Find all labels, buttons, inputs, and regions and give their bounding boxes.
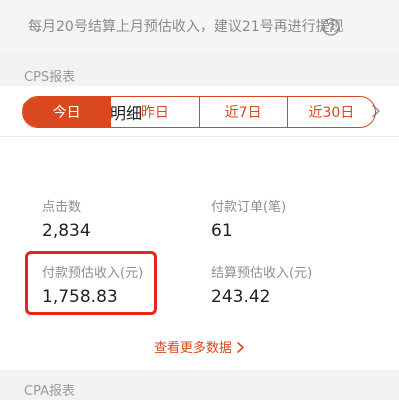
settled-estimated-income-value: 243.42 [211,287,271,307]
paid-estimated-income-label: 付款预估收入(元) [42,266,144,281]
date-range-tabs: 今日 昨日 近7日 近30日 [22,96,376,128]
notice-text: 每月20号结算上月预估收入，建议21号再进行提现 [28,19,344,35]
tab-last-30-days[interactable]: 近30日 [286,97,375,127]
view-more-data-label: 查看更多数据 [153,341,232,356]
cps-section-label: CPS报表 [24,70,76,85]
paid-orders-label: 付款订单(笔) [211,200,287,215]
clicks-label: 点击数 [42,200,82,215]
card-divider [0,136,399,137]
settled-estimated-income-label: 结算预估收入(元) [211,266,313,281]
chevron-right-icon [237,342,244,353]
tab-yesterday[interactable]: 昨日 [110,97,198,127]
cpa-section-label: CPA报表 [24,384,75,399]
view-more-data-link[interactable]: 查看更多数据 [0,337,399,356]
notice-bar: 每月20号结算上月预估收入，建议21号再进行提现 [0,0,399,52]
tab-last-7-days[interactable]: 近7日 [198,97,287,127]
tab-today[interactable]: 今日 [23,97,111,127]
clicks-value: 2,834 [42,221,91,241]
paid-estimated-income-value: 1,758.83 [42,287,118,307]
question-circle-icon[interactable] [322,18,340,36]
paid-orders-value: 61 [211,221,233,241]
